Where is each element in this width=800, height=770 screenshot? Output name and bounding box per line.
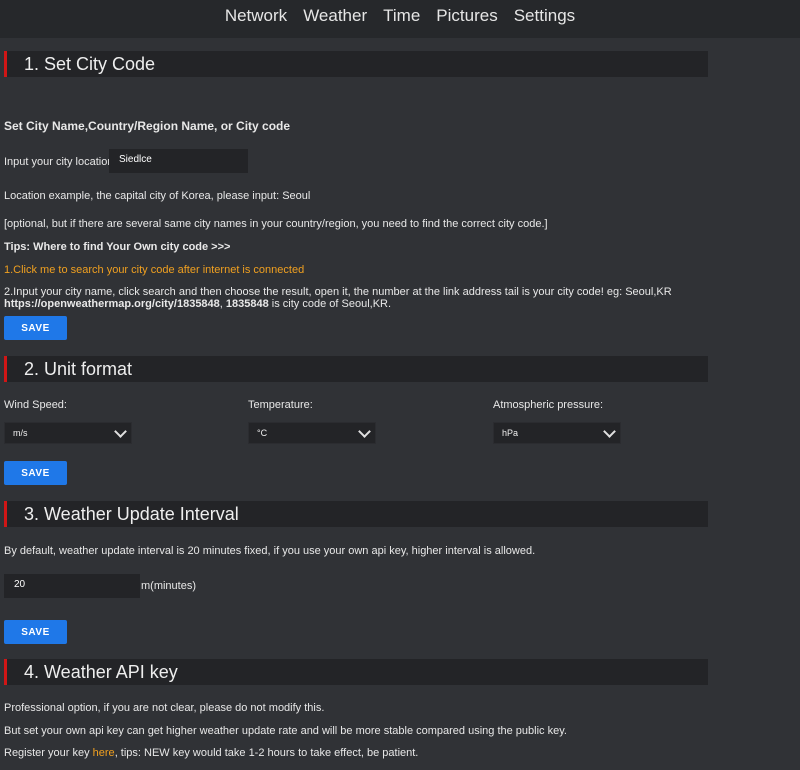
- city-subtitle: Set City Name,Country/Region Name, or Ci…: [4, 119, 291, 133]
- search-city-code-link[interactable]: 1.Click me to search your city code afte…: [4, 264, 304, 276]
- register-text: Register your key: [4, 747, 93, 759]
- register-tips-text: , tips: NEW key would take 1-2 hours to …: [114, 747, 419, 759]
- nav-settings[interactable]: Settings: [506, 0, 583, 38]
- api-key-note-1: Professional option, if you are not clea…: [4, 702, 325, 714]
- example-tail: is city code of Seoul,KR.: [268, 298, 392, 310]
- temperature-label: Temperature:: [248, 399, 313, 411]
- nav-network[interactable]: Network: [217, 0, 295, 38]
- save-unit-button[interactable]: SAVE: [4, 461, 67, 485]
- temperature-select[interactable]: °C: [248, 422, 376, 444]
- section-header-city-code: 1. Set City Code: [4, 51, 708, 77]
- api-key-note-3: Register your key here, tips: NEW key wo…: [4, 747, 418, 759]
- example-code: 1835848: [225, 298, 269, 310]
- nav-time[interactable]: Time: [375, 0, 428, 38]
- section-header-update-interval: 3. Weather Update Interval: [4, 501, 708, 527]
- wind-speed-select[interactable]: m/s: [4, 422, 132, 444]
- pressure-value: hPa: [502, 428, 519, 438]
- chevron-down-icon: [114, 424, 127, 438]
- tips-text: Tips: Where to find Your Own city code >…: [4, 241, 231, 253]
- wind-speed-value: m/s: [13, 428, 28, 438]
- pressure-label: Atmospheric pressure:: [493, 399, 604, 411]
- interval-input[interactable]: 20: [4, 574, 140, 598]
- save-interval-button[interactable]: SAVE: [4, 620, 67, 644]
- city-location-input[interactable]: Siedlce: [109, 149, 248, 173]
- register-key-link[interactable]: here: [93, 747, 115, 759]
- city-input-label: Input your city location:: [4, 156, 117, 168]
- chevron-down-icon: [358, 424, 371, 438]
- pressure-select[interactable]: hPa: [493, 422, 621, 444]
- temperature-value: °C: [257, 428, 268, 438]
- nav-weather[interactable]: Weather: [295, 0, 375, 38]
- section-header-api-key: 4. Weather API key: [4, 659, 708, 685]
- save-city-button[interactable]: SAVE: [4, 316, 67, 340]
- nav-pictures[interactable]: Pictures: [428, 0, 505, 38]
- example-url: https://openweathermap.org/city/1835848: [4, 298, 220, 310]
- interval-unit-label: m(minutes): [141, 580, 197, 592]
- optional-note-text: [optional, but if there are several same…: [4, 218, 548, 230]
- interval-description: By default, weather update interval is 2…: [4, 545, 536, 557]
- top-nav: Network Weather Time Pictures Settings: [0, 0, 800, 38]
- wind-speed-label: Wind Speed:: [4, 399, 67, 411]
- chevron-down-icon: [603, 424, 616, 438]
- step2-example-line: https://openweathermap.org/city/1835848,…: [4, 298, 391, 310]
- section-header-unit-format: 2. Unit format: [4, 356, 708, 382]
- location-example-text: Location example, the capital city of Ko…: [4, 190, 311, 202]
- step2-text: 2.Input your city name, click search and…: [4, 286, 672, 298]
- api-key-note-2: But set your own api key can get higher …: [4, 725, 567, 737]
